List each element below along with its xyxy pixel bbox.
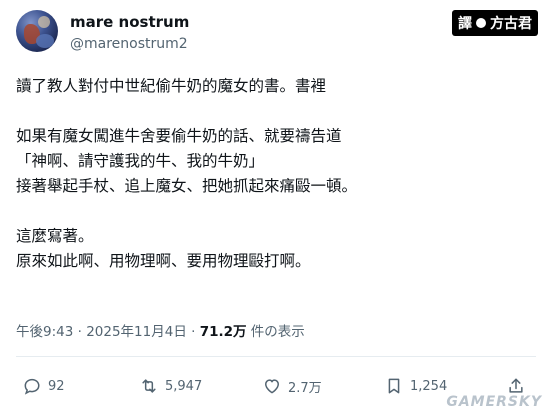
author-handle[interactable]: @marenostrum2 (70, 36, 188, 52)
meta-separator: · (73, 324, 87, 340)
heart-icon (265, 379, 279, 394)
reply-button[interactable]: 92 (22, 372, 65, 400)
translator-badge-prefix: 譯 (458, 16, 472, 32)
author-display-name[interactable]: mare nostrum (70, 13, 189, 31)
tweet-date[interactable]: 2025年11月4日 (86, 324, 187, 340)
tweet-paragraph-gap (16, 99, 536, 124)
tweet-line: 讀了教人對付中世紀偷牛奶的魔女的書。書裡 (16, 77, 327, 95)
translator-badge: 譯 方古君 (452, 10, 538, 36)
tweet-text: 讀了教人對付中世紀偷牛奶的魔女的書。書裡 如果有魔女闖進牛舍要偷牛奶的話、就要禱… (16, 74, 536, 274)
badge-dot-icon (476, 18, 486, 28)
tweet-line: 這麼寫著。 (16, 227, 94, 245)
bookmark-count: 1,254 (410, 378, 448, 394)
like-button[interactable]: 2.7万 (262, 372, 322, 400)
tweet-paragraph-gap (16, 199, 536, 224)
tweet-time[interactable]: 午後9:43 (16, 324, 73, 340)
tweet-line: 如果有魔女闖進牛舍要偷牛奶的話、就要禱告道 (16, 127, 342, 145)
watermark: GAMERSKY (446, 394, 542, 410)
tweet-line: 「神啊、請守護我的牛、我的牛奶」 (16, 152, 265, 170)
retweet-icon (142, 379, 156, 393)
reply-count: 92 (48, 378, 65, 394)
meta-separator: · (186, 324, 200, 340)
retweet-button[interactable]: 5,947 (139, 372, 202, 400)
translator-badge-name: 方古君 (490, 16, 532, 32)
share-icon (509, 378, 523, 393)
view-count-suffix: 件の表示 (246, 324, 305, 340)
tweet-line: 原來如此啊、用物理啊、要用物理毆打啊。 (16, 252, 311, 270)
avatar[interactable] (16, 10, 58, 52)
reply-icon (24, 378, 40, 395)
tweet-line: 接著舉起手杖、追上魔女、把她抓起來痛毆一頓。 (16, 177, 358, 195)
view-count[interactable]: 71.2万 (200, 324, 247, 340)
avatar-art (36, 34, 54, 48)
like-count: 2.7万 (288, 380, 322, 396)
tweet-meta: 午後9:43 · 2025年11月4日 · 71.2万 件の表示 (16, 320, 305, 340)
retweet-count: 5,947 (165, 378, 203, 394)
bookmark-button[interactable]: 1,254 (384, 372, 447, 400)
bookmark-icon (388, 378, 400, 394)
divider (16, 356, 536, 357)
avatar-art (38, 16, 50, 28)
